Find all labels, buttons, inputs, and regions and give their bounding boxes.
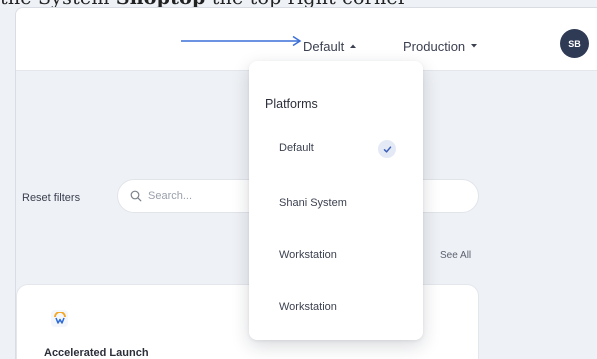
platform-selector[interactable]: Default	[303, 36, 357, 56]
dropdown-item-workstation-2[interactable]: Workstation	[249, 290, 423, 324]
avatar[interactable]: SB	[560, 29, 589, 58]
app-window: Default Production SB Reset filters See …	[15, 7, 597, 359]
dropdown-item-shani-system[interactable]: Shani System	[249, 186, 423, 220]
dropdown-item-default[interactable]: Default	[249, 131, 423, 165]
see-all-link[interactable]: See All	[440, 250, 471, 261]
environment-selector-label: Production	[403, 38, 466, 54]
platform-selector-label: Default	[303, 38, 345, 54]
platforms-dropdown: Platforms Default Shani System Workstati…	[249, 61, 423, 340]
dropdown-item-label: Default	[279, 142, 314, 154]
dropdown-item-workstation[interactable]: Workstation	[249, 238, 423, 272]
app-logo-icon	[51, 310, 68, 327]
dropdown-item-label: Workstation	[279, 249, 337, 261]
caret-up-icon	[350, 44, 357, 48]
avatar-initials: SB	[568, 38, 581, 49]
annotation-arrow-icon	[181, 35, 302, 47]
dropdown-item-label: Workstation	[279, 301, 337, 313]
dropdown-title: Platforms	[265, 97, 318, 111]
check-icon	[378, 140, 396, 158]
search-icon	[130, 190, 142, 202]
reset-filters-button[interactable]: Reset filters	[22, 192, 80, 204]
card-title: Accelerated Launch	[44, 347, 149, 359]
environment-selector[interactable]: Production	[403, 36, 478, 56]
caret-down-icon	[471, 44, 478, 48]
dropdown-item-label: Shani System	[279, 197, 347, 209]
